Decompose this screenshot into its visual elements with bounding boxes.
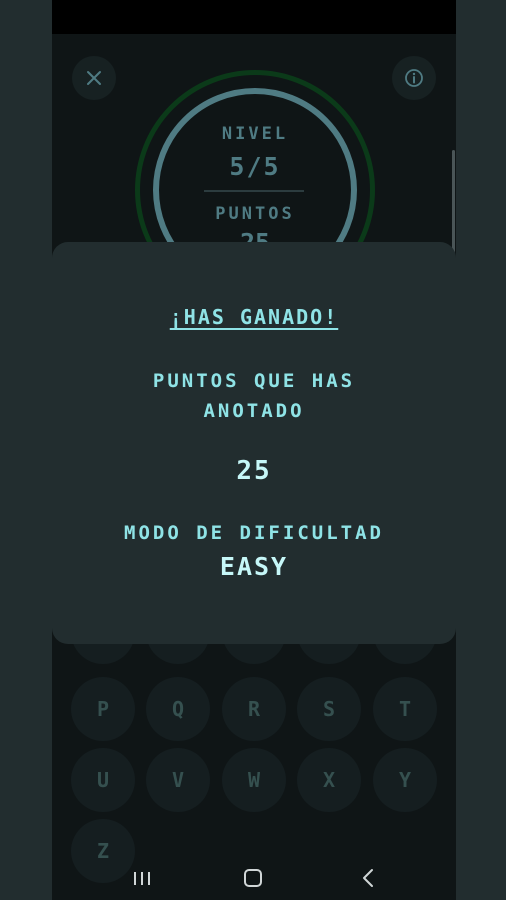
background-left bbox=[0, 0, 52, 900]
difficulty-value: EASY bbox=[219, 552, 289, 581]
points-scored-label: PUNTOS QUE HAS ANOTADO bbox=[152, 370, 356, 422]
letter-key-p[interactable]: P bbox=[71, 677, 135, 741]
navigation-bar bbox=[52, 856, 456, 900]
home-icon[interactable] bbox=[244, 869, 262, 887]
recents-icon[interactable] bbox=[134, 856, 150, 900]
letter-key-v[interactable]: V bbox=[146, 748, 210, 812]
letter-key-q[interactable]: Q bbox=[146, 677, 210, 741]
letter-key-r[interactable]: R bbox=[222, 677, 286, 741]
back-icon[interactable] bbox=[358, 862, 378, 894]
dialog-title: ¡HAS GANADO! bbox=[169, 305, 339, 329]
difficulty-label: MODO DE DIFICULTAD bbox=[124, 522, 384, 544]
letter-key-t[interactable]: T bbox=[373, 677, 437, 741]
background-right bbox=[456, 0, 506, 900]
letter-key-y[interactable]: Y bbox=[373, 748, 437, 812]
win-dialog: ¡HAS GANADO! PUNTOS QUE HAS ANOTADO 25 M… bbox=[52, 242, 456, 644]
letter-key-s[interactable]: S bbox=[297, 677, 361, 741]
score-value: 25 bbox=[236, 456, 272, 486]
letter-key-x[interactable]: X bbox=[297, 748, 361, 812]
letter-key-w[interactable]: W bbox=[222, 748, 286, 812]
letter-key-u[interactable]: U bbox=[71, 748, 135, 812]
